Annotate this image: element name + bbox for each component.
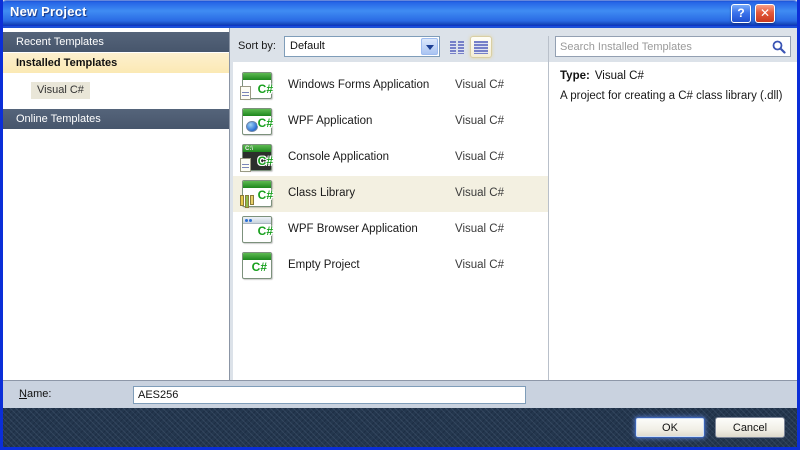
- list-view-icon: [474, 40, 488, 54]
- sidebar-item-visual-csharp[interactable]: Visual C#: [31, 82, 90, 99]
- template-details-panel: Type: Visual C# A project for creating a …: [549, 62, 797, 380]
- sort-by-label: Sort by:: [238, 40, 276, 52]
- list-item-wpf-application[interactable]: C# WPF Application Visual C#: [233, 104, 548, 140]
- name-label: Name:: [19, 388, 52, 400]
- name-bar: Name:: [3, 380, 797, 408]
- type-value: Visual C#: [594, 70, 644, 82]
- project-name-input[interactable]: [133, 386, 526, 404]
- sidebar-item-installed-templates[interactable]: Installed Templates: [3, 53, 229, 73]
- sidebar-item-recent-templates[interactable]: Recent Templates: [3, 32, 229, 52]
- sidebar-divider: [229, 28, 230, 380]
- list-view-button[interactable]: [470, 36, 492, 58]
- list-item-windows-forms-application[interactable]: C# Windows Forms Application Visual C#: [233, 68, 548, 104]
- list-item-wpf-browser-application[interactable]: C# WPF Browser Application Visual C#: [233, 212, 548, 248]
- search-input[interactable]: [560, 38, 765, 55]
- template-description: A project for creating a C# class librar…: [560, 90, 783, 102]
- template-list: C# Windows Forms Application Visual C# C…: [233, 62, 548, 380]
- console-app-icon: C:\ C#: [240, 143, 274, 173]
- category-sidebar: Recent Templates Installed Templates Vis…: [3, 28, 229, 380]
- type-label: Type:: [560, 70, 590, 82]
- search-box: [555, 36, 791, 57]
- ok-button[interactable]: OK: [635, 417, 705, 438]
- sidebar-item-online-templates[interactable]: Online Templates: [3, 109, 229, 129]
- medium-icons-icon: [450, 40, 464, 54]
- medium-icons-view-button[interactable]: [446, 36, 468, 58]
- class-library-icon: C#: [240, 179, 274, 209]
- help-icon: ?: [737, 6, 745, 20]
- windows-forms-app-icon: C#: [240, 71, 274, 101]
- empty-project-icon: C#: [240, 251, 274, 281]
- wpf-browser-app-icon: C#: [240, 215, 274, 245]
- template-type-line: Type: Visual C#: [560, 70, 644, 82]
- chevron-down-icon[interactable]: [421, 38, 438, 55]
- search-icon[interactable]: [772, 40, 786, 54]
- list-item-empty-project[interactable]: C# Empty Project Visual C#: [233, 248, 548, 284]
- titlebar[interactable]: New Project ? ✕: [3, 0, 797, 26]
- window-title: New Project: [10, 4, 87, 19]
- sort-by-value: Default: [290, 40, 325, 52]
- help-button[interactable]: ?: [731, 4, 751, 23]
- close-button[interactable]: ✕: [755, 4, 775, 23]
- list-item-console-application[interactable]: C:\ C# Console Application Visual C#: [233, 140, 548, 176]
- new-project-dialog: New Project ? ✕ Recent Templates Install…: [0, 0, 800, 450]
- sort-by-dropdown[interactable]: Default: [284, 36, 440, 57]
- cancel-button[interactable]: Cancel: [715, 417, 785, 438]
- close-icon: ✕: [759, 6, 771, 20]
- button-bar: OK Cancel: [3, 408, 797, 447]
- list-item-class-library[interactable]: C# Class Library Visual C#: [233, 176, 548, 212]
- wpf-app-icon: C#: [240, 107, 274, 137]
